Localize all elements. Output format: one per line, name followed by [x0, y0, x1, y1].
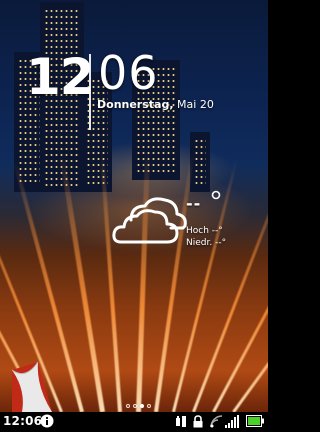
clock-divider: [89, 54, 91, 130]
weather-temperature: --: [186, 194, 202, 213]
page-dot-active: [140, 404, 144, 408]
lockscreen-clock: 12 06 Donnerstag, Mai 20: [26, 46, 256, 138]
date-day: Mai 20: [177, 98, 214, 111]
battery-icon: [246, 415, 264, 427]
page-dot: [133, 404, 137, 408]
wifi-icon: [210, 415, 223, 428]
cloudy-icon: [112, 197, 187, 244]
info-icon: [40, 414, 54, 428]
weather-low: Niedr. --°: [186, 238, 227, 248]
clock-hour: 12: [26, 48, 95, 106]
page-curl-unlock-handle[interactable]: [12, 362, 52, 412]
lock-screen[interactable]: 12 06 Donnerstag, Mai 20 -- Hoch --° Nie…: [0, 0, 268, 432]
page-dot: [126, 404, 130, 408]
usb-debug-icon: [176, 416, 186, 427]
status-bar[interactable]: 12:06: [0, 412, 268, 432]
signal-icon: [225, 415, 239, 428]
lock-icon: [193, 415, 203, 428]
page-dot: [147, 404, 151, 408]
clock-minute: 06: [98, 46, 159, 100]
date-weekday: Donnerstag,: [97, 98, 174, 111]
status-time: 12:06: [3, 414, 43, 428]
weather-high-low: Hoch --° Niedr. --°: [186, 225, 226, 249]
lockscreen-date: Donnerstag, Mai 20: [97, 98, 214, 111]
page-indicator: [126, 404, 151, 410]
degree-icon: [211, 190, 221, 200]
weather-high: Hoch --°: [186, 226, 223, 236]
